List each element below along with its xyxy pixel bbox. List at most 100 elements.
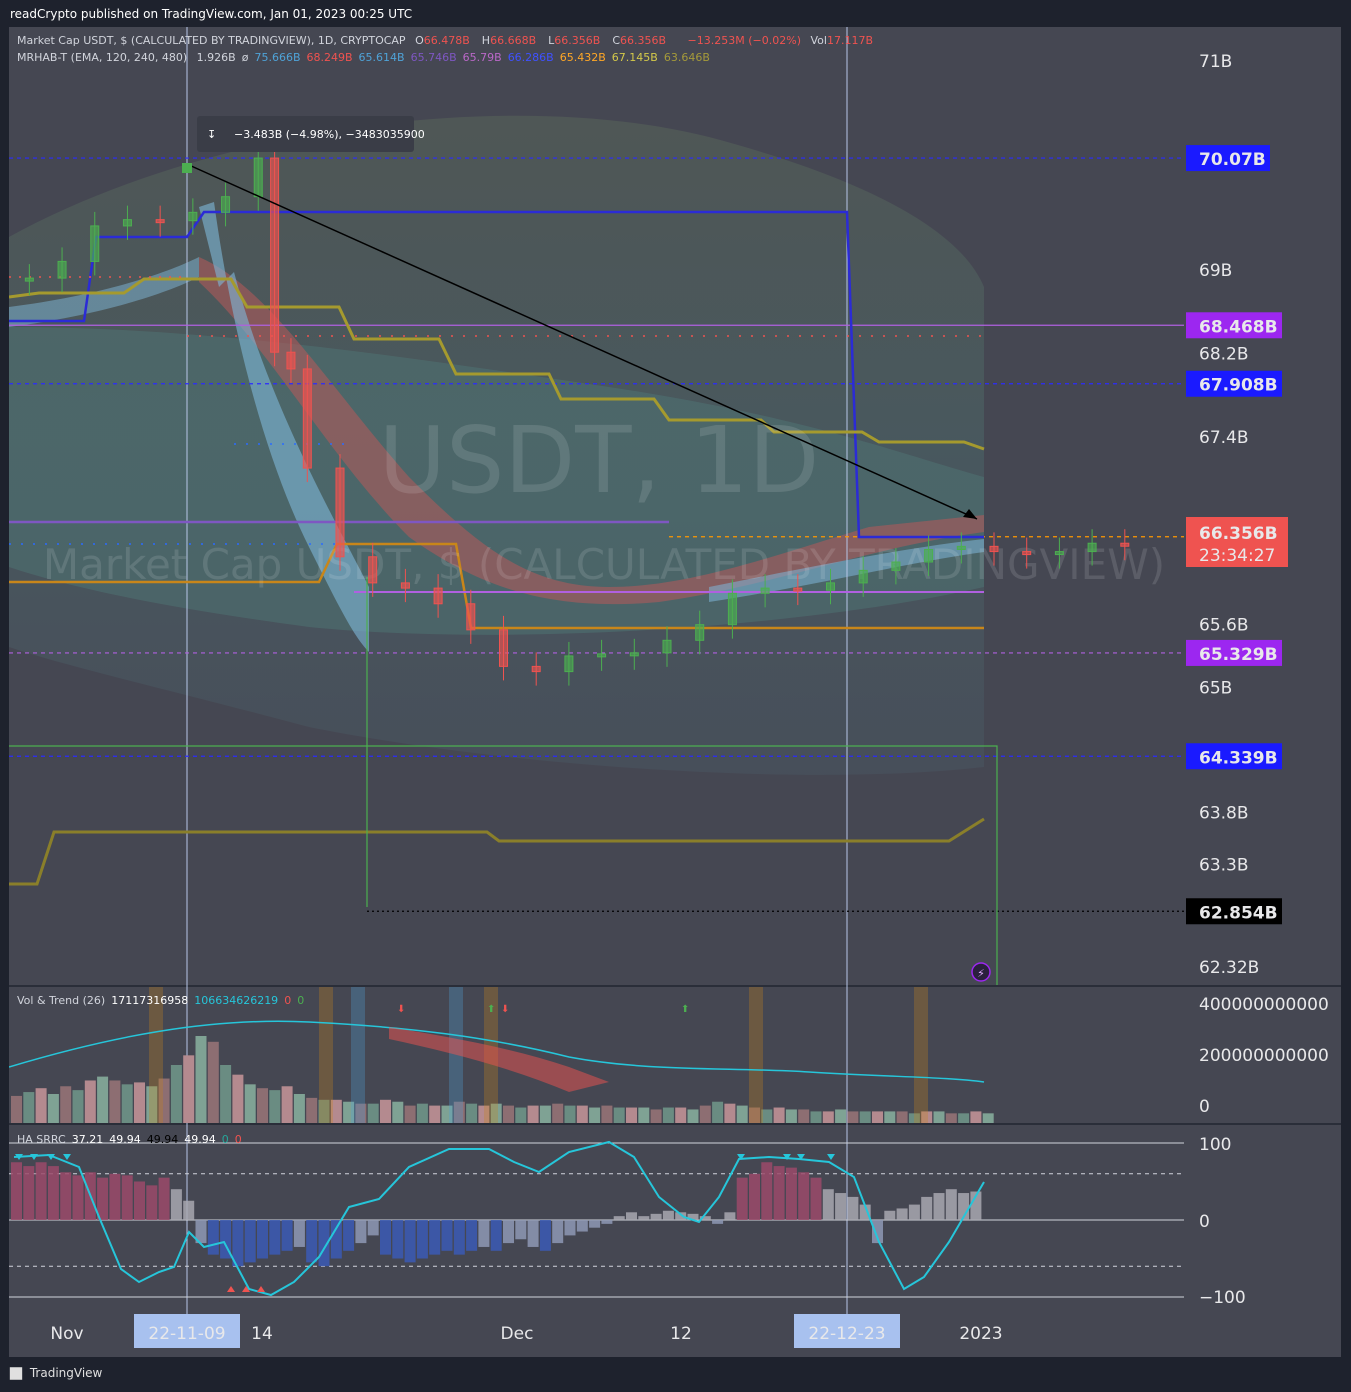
volume-bar-63 [785, 1109, 797, 1123]
volume-bar-31 [392, 1101, 404, 1123]
osc-hist-bar-8 [109, 1173, 121, 1220]
volume-bar-65 [810, 1111, 822, 1123]
vol-red-band [389, 1027, 609, 1092]
price-tick-0: 71B [1199, 52, 1232, 72]
footer-brand[interactable]: TradingView [30, 1366, 103, 1380]
vol-signal-icon-3: ⬆ [681, 1004, 689, 1015]
volume-bar-1 [23, 1092, 35, 1123]
osc-hist-bar-27 [343, 1220, 355, 1251]
volume-bar-56 [699, 1105, 711, 1123]
time-label-1: 14 [251, 1324, 273, 1344]
candle-17 [531, 665, 541, 673]
volume-bar-57 [712, 1101, 724, 1123]
volume-bar-8 [109, 1080, 121, 1123]
candle-6 [221, 196, 231, 213]
osc-hist-bar-11 [146, 1185, 158, 1220]
candle-30 [956, 545, 966, 550]
volume-bar-16 [207, 1041, 219, 1123]
osc-hist-bar-19 [244, 1220, 256, 1263]
osc-hist-bar-33 [416, 1220, 428, 1259]
price-tick-8: 62.32B [1199, 958, 1259, 978]
vol-legend-item-4: 0 [297, 994, 305, 1007]
volume-bar-44 [552, 1103, 564, 1123]
vol-tick-2: 0 [1199, 1097, 1210, 1117]
symbol-title[interactable]: Market Cap USDT, $ (CALCULATED BY TRADIN… [17, 34, 406, 47]
change-value: −13.253M (−0.02%) [687, 34, 801, 47]
ohlc-item-3: C66.356B [612, 34, 667, 47]
volume-bar-72 [896, 1111, 908, 1123]
osc-hist-bar-20 [257, 1220, 268, 1259]
osc-legend-item-2: 49.94 [109, 1133, 141, 1146]
ohlc-item-0: O66.478B [415, 34, 470, 47]
candle-21 [662, 639, 672, 654]
candle-4 [155, 219, 165, 224]
indicator-value-8: 65.432B [559, 51, 606, 64]
volume-bar-54 [675, 1107, 687, 1123]
volume-bar-79 [982, 1113, 994, 1123]
price-tick-3: 67.4B [1199, 428, 1249, 448]
vol-signal-icon-1: ⬆ [487, 1004, 495, 1015]
osc-hist-bar-29 [367, 1220, 379, 1236]
osc-hist-bar-50 [626, 1212, 637, 1220]
osc-hist-bar-10 [134, 1181, 145, 1220]
osc-hist-bar-75 [933, 1193, 945, 1220]
osc-hist-bar-73 [908, 1204, 920, 1220]
volume-bar-49 [613, 1107, 625, 1123]
osc-hist-bar-49 [613, 1216, 625, 1220]
candle-26 [826, 582, 835, 591]
osc-hist-bar-72 [896, 1208, 908, 1220]
candle-25 [793, 587, 803, 592]
volume-bar-42 [527, 1105, 539, 1123]
osc-hist-bar-42 [527, 1220, 539, 1247]
volume-bar-5 [72, 1090, 84, 1123]
indicator-title[interactable]: MRHAB-T (EMA, 120, 240, 480) [17, 51, 187, 64]
volume-bar-67 [835, 1109, 847, 1123]
volume-bar-15 [195, 1036, 207, 1123]
osc-hist-bar-58 [724, 1212, 736, 1220]
volume-bar-55 [687, 1109, 699, 1123]
osc-hist-bar-1 [23, 1166, 35, 1220]
candle-3 [122, 219, 132, 227]
volume-bar-59 [736, 1105, 748, 1123]
price-badge-text-1: 68.468B [1199, 317, 1278, 337]
osc-up-marker-0 [227, 1286, 235, 1292]
osc-hist-bar-57 [712, 1220, 724, 1224]
vol-label: Vol [810, 34, 827, 47]
price-badge-text-0: 70.07B [1199, 150, 1266, 170]
osc-hist-bar-16 [207, 1220, 219, 1255]
pane-separator-1 [9, 985, 1341, 987]
osc-hist-bar-13 [170, 1189, 182, 1220]
osc-hist-bar-3 [47, 1166, 59, 1220]
volume-bar-45 [564, 1105, 576, 1123]
vol-trend-stripe-2 [351, 987, 365, 1123]
tradingview-logo-icon: ⬛︎ [10, 1366, 23, 1380]
chart-canvas[interactable]: USDT, 1D Market Cap USDT, $ (CALCULATED B… [9, 27, 1341, 1357]
volume-bar-77 [958, 1113, 970, 1123]
osc-hist-bar-14 [183, 1200, 195, 1220]
osc-hist-bar-21 [269, 1220, 281, 1255]
countdown-text: 23:34:27 [1199, 546, 1275, 566]
price-badge-text-4: 65.329B [1199, 645, 1278, 665]
volume-bar-9 [121, 1084, 133, 1123]
green-box [9, 745, 998, 985]
indicator-value-2: 75.666B [254, 51, 301, 64]
candle-15 [466, 603, 476, 631]
candle-32 [1022, 551, 1032, 556]
time-marker-text-0: 22-11-09 [148, 1324, 225, 1344]
osc-hist-bar-64 [798, 1172, 810, 1220]
measure-tooltip-text: −3.483B (−4.98%), −3483035900 [234, 128, 425, 141]
osc-hist-bar-24 [306, 1220, 318, 1263]
candle-16 [499, 629, 508, 667]
ohlc-item-1: H66.668B [481, 34, 537, 47]
osc-up-marker-2 [257, 1286, 265, 1292]
vol-tick-0: 400000000000 [1199, 995, 1329, 1015]
ohlc-item-2: L66.356B [548, 34, 601, 47]
osc-hist-bar-66 [822, 1189, 834, 1220]
indicator-value-7: 66.286B [507, 51, 554, 64]
pane-separator-2 [9, 1123, 1341, 1125]
vol-legend-item-1: 17117316958 [111, 994, 189, 1007]
volume-bar-30 [380, 1099, 391, 1123]
osc-hist-bar-71 [884, 1210, 896, 1220]
osc-hist-bar-60 [749, 1173, 760, 1220]
vol-legend-item-0: Vol & Trend (26) [17, 994, 106, 1007]
